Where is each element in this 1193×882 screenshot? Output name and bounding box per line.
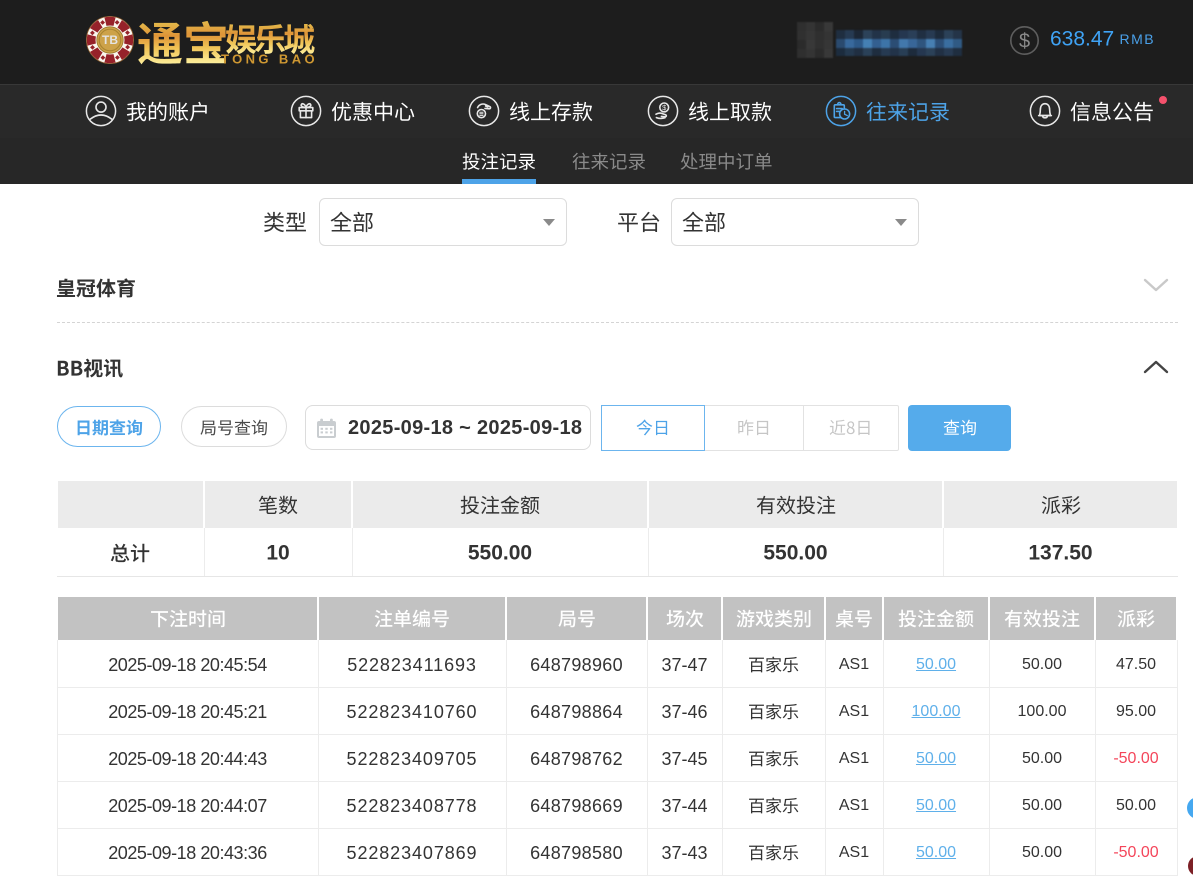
svg-text:$: $ — [1019, 31, 1030, 53]
